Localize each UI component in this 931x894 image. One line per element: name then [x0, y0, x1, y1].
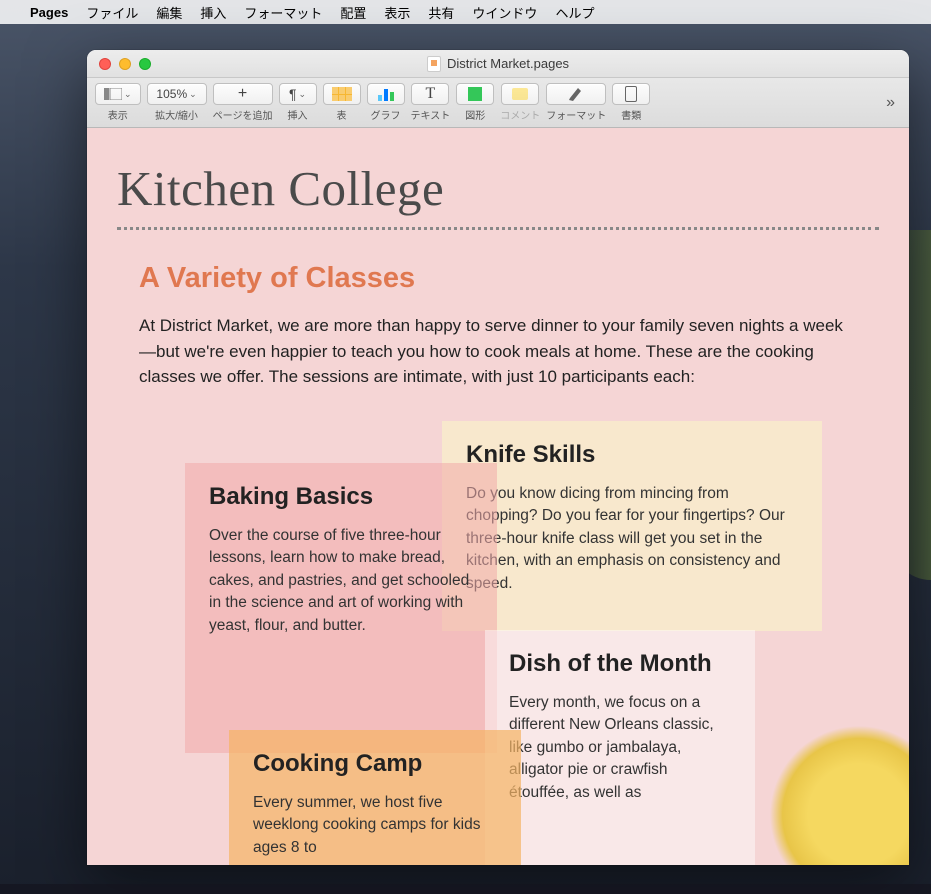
- comment-label: コメント: [500, 107, 540, 122]
- chart-icon: [378, 87, 394, 101]
- comment-button[interactable]: [501, 83, 539, 105]
- document-icon: [427, 56, 441, 72]
- tool-group-table: 表: [323, 83, 361, 122]
- document-title[interactable]: Kitchen College: [117, 160, 879, 217]
- menu-format[interactable]: フォーマット: [244, 3, 322, 22]
- document-button[interactable]: [612, 83, 650, 105]
- view-label: 表示: [108, 107, 128, 122]
- tool-group-comment: コメント: [500, 83, 540, 122]
- menu-file[interactable]: ファイル: [86, 3, 138, 22]
- block-title[interactable]: Knife Skills: [466, 441, 798, 469]
- block-text[interactable]: Every summer, we host five weeklong cook…: [253, 792, 497, 859]
- zoom-dropdown[interactable]: 105% ⌄: [147, 83, 207, 105]
- tool-group-view: ⌄ 表示: [95, 83, 141, 122]
- document-label: 書類: [621, 107, 641, 122]
- tool-group-zoom: 105% ⌄ 拡大/縮小: [147, 83, 207, 122]
- pilcrow-icon: ¶: [289, 86, 297, 102]
- block-title[interactable]: Dish of the Month: [509, 650, 731, 678]
- section-heading[interactable]: A Variety of Classes: [139, 262, 879, 295]
- menu-share[interactable]: 共有: [428, 3, 454, 22]
- dock-shadow: [0, 884, 931, 894]
- maximize-button[interactable]: [139, 58, 151, 70]
- text-label: テキスト: [411, 107, 451, 122]
- addpage-label: ページを追加: [213, 107, 273, 122]
- insert-button[interactable]: ¶ ⌄: [279, 83, 317, 105]
- menu-app[interactable]: Pages: [30, 5, 68, 20]
- block-dish-of-month[interactable]: Dish of the Month Every month, we focus …: [485, 630, 755, 865]
- tool-group-format: フォーマット: [546, 83, 606, 122]
- insert-label: 挿入: [288, 107, 308, 122]
- plus-icon: +: [238, 85, 247, 103]
- menu-edit[interactable]: 編集: [156, 3, 182, 22]
- tool-group-chart: グラフ: [367, 83, 405, 122]
- block-text[interactable]: Every month, we focus on a different New…: [509, 692, 731, 804]
- text-button[interactable]: T: [411, 83, 449, 105]
- tool-group-insert: ¶ ⌄ 挿入: [279, 83, 317, 122]
- chart-button[interactable]: [367, 83, 405, 105]
- table-icon: [332, 87, 352, 101]
- document-icon: [625, 86, 637, 102]
- tool-group-document: 書類: [612, 83, 650, 122]
- window-titlebar[interactable]: District Market.pages: [87, 50, 909, 78]
- decorative-photo: [769, 725, 909, 865]
- system-menubar: Pages ファイル 編集 挿入 フォーマット 配置 表示 共有 ウインドウ ヘ…: [0, 0, 931, 24]
- format-label: フォーマット: [546, 107, 606, 122]
- toolbar: ⌄ 表示 105% ⌄ 拡大/縮小 + ページを追加 ¶ ⌄ 挿入: [87, 78, 909, 128]
- chevron-down-icon: ⌄: [124, 89, 132, 100]
- menu-window[interactable]: ウインドウ: [472, 3, 537, 22]
- block-text[interactable]: Do you know dicing from mincing from cho…: [466, 483, 798, 595]
- block-text[interactable]: Over the course of five three-hour lesso…: [209, 525, 473, 637]
- close-button[interactable]: [99, 58, 111, 70]
- table-button[interactable]: [323, 83, 361, 105]
- zoom-label: 拡大/縮小: [155, 107, 198, 122]
- tool-group-shape: 図形: [456, 83, 494, 122]
- menu-view[interactable]: 表示: [384, 3, 410, 22]
- block-cooking-camp[interactable]: Cooking Camp Every summer, we host five …: [229, 730, 521, 865]
- shape-button[interactable]: [456, 83, 494, 105]
- traffic-lights: [87, 58, 151, 70]
- zoom-value: 105%: [156, 87, 187, 101]
- minimize-button[interactable]: [119, 58, 131, 70]
- chevron-down-icon: ⌄: [299, 89, 307, 100]
- tool-group-text: T テキスト: [411, 83, 451, 122]
- tool-group-addpage: + ページを追加: [213, 83, 273, 122]
- window-title: District Market.pages: [87, 56, 909, 72]
- pages-window: District Market.pages ⌄ 表示 105% ⌄ 拡大/縮小 …: [87, 50, 909, 865]
- menu-help[interactable]: ヘルプ: [555, 3, 594, 22]
- block-baking-basics[interactable]: Baking Basics Over the course of five th…: [185, 463, 497, 753]
- shape-icon: [468, 87, 482, 101]
- format-button[interactable]: [546, 83, 606, 105]
- window-title-text: District Market.pages: [447, 56, 569, 71]
- comment-icon: [512, 88, 528, 100]
- chevron-down-icon: ⌄: [189, 89, 197, 100]
- document-canvas[interactable]: Kitchen College A Variety of Classes At …: [87, 128, 909, 865]
- block-title[interactable]: Baking Basics: [209, 483, 473, 511]
- toolbar-overflow-button[interactable]: »: [880, 94, 901, 112]
- menu-insert[interactable]: 挿入: [200, 3, 226, 22]
- block-title[interactable]: Cooking Camp: [253, 750, 497, 778]
- shape-label: 図形: [465, 107, 485, 122]
- view-button[interactable]: ⌄: [95, 83, 141, 105]
- menu-arrange[interactable]: 配置: [340, 3, 366, 22]
- chart-label: グラフ: [371, 107, 401, 122]
- intro-paragraph[interactable]: At District Market, we are more than hap…: [139, 313, 857, 390]
- add-page-button[interactable]: +: [213, 83, 273, 105]
- table-label: 表: [337, 107, 347, 122]
- text-icon: T: [426, 85, 436, 103]
- dotted-divider: [117, 227, 879, 230]
- block-knife-skills[interactable]: Knife Skills Do you know dicing from min…: [442, 421, 822, 631]
- brush-icon: [567, 85, 585, 104]
